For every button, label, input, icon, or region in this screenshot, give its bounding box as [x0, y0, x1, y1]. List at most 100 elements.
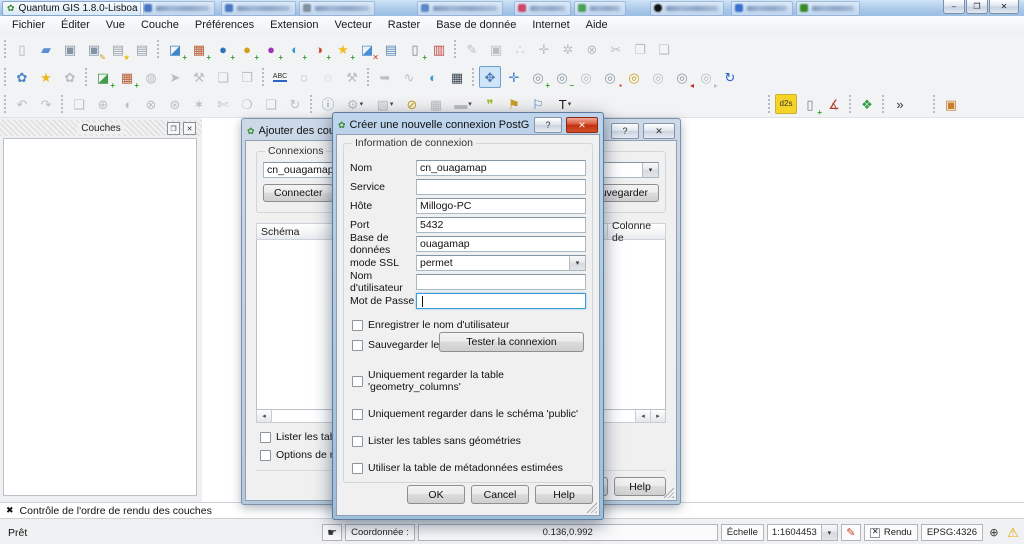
toolbar-handle[interactable]	[84, 67, 89, 87]
menu-vecteur[interactable]: Vecteur	[326, 16, 379, 35]
taskbar-window-button[interactable]	[650, 1, 724, 16]
checkbox[interactable]	[352, 340, 363, 351]
add-wms-layer-icon[interactable]: ◐+	[284, 38, 306, 60]
qgis-plugin-new-icon[interactable]: ★	[35, 66, 57, 88]
chevron-down-icon[interactable]: ▾	[821, 525, 837, 540]
reshape-features-icon[interactable]: ✶	[188, 93, 210, 115]
checkbox[interactable]	[352, 320, 363, 331]
mouse-position-toggle-icon[interactable]: ☛	[322, 524, 342, 541]
active-window-tab[interactable]: ✿ Quantum GIS 1.8.0-Lisboa	[2, 1, 144, 16]
menu-vue[interactable]: Vue	[98, 16, 133, 35]
simplify-feature-icon[interactable]: ❏	[68, 93, 90, 115]
coordinate-value[interactable]: 0.136,0.992	[418, 524, 718, 541]
toolbar-handle[interactable]	[453, 39, 458, 59]
split-features-icon[interactable]: ✄	[212, 93, 234, 115]
pan-to-selection-icon[interactable]: ✛	[503, 66, 525, 88]
add-gpx-layer-icon[interactable]: ▯+	[404, 38, 426, 60]
geometry-column-header[interactable]: Colonne de	[608, 223, 666, 240]
taskbar-window-button[interactable]	[514, 1, 571, 16]
warning-icon[interactable]: ⚠	[1005, 524, 1021, 541]
new-project-icon[interactable]: ▯	[11, 38, 33, 60]
zoom-last-icon[interactable]: ◎◂	[671, 66, 693, 88]
azimuth-icon[interactable]: ∡	[823, 93, 845, 115]
toolbar-overflow-icon[interactable]: »	[889, 93, 911, 115]
chevron-down-icon[interactable]: ▾	[569, 256, 585, 270]
add-spatialite-layer-icon[interactable]: ●+	[236, 38, 258, 60]
taskbar-window-button[interactable]	[299, 1, 375, 16]
style-manager-icon[interactable]: ◍	[140, 66, 162, 88]
zoom-native-icon[interactable]: ◎	[575, 66, 597, 88]
chevron-down-icon[interactable]: ▾	[642, 163, 658, 177]
dialog-help-button[interactable]: ?	[611, 123, 639, 139]
new-print-composer-icon[interactable]: ▤★	[107, 38, 129, 60]
help-button[interactable]: Help	[614, 477, 666, 496]
tag-circle-icon[interactable]: ◌	[293, 66, 315, 88]
merge-features-icon[interactable]: ❍	[236, 93, 258, 115]
menu-preferences[interactable]: Préférences	[187, 16, 262, 35]
help-button[interactable]: Help	[535, 485, 593, 504]
menu-aide[interactable]: Aide	[578, 16, 616, 35]
rotate-point-icon[interactable]: ↻	[284, 93, 306, 115]
histogram-icon[interactable]: ∿	[398, 66, 420, 88]
map-tiles-icon[interactable]: ▦	[446, 66, 468, 88]
connect-button[interactable]: Connecter	[263, 184, 333, 202]
taskbar-window-button[interactable]	[417, 1, 503, 16]
taskbar-window-button[interactable]	[221, 1, 296, 16]
frame2-plant-icon[interactable]: ❐	[236, 66, 258, 88]
toggle-editing-icon[interactable]: ✎	[461, 38, 483, 60]
taskbar-window-button[interactable]	[796, 1, 860, 16]
service-field[interactable]	[416, 179, 586, 195]
render-checkbox[interactable]: ✕ Rendu	[864, 524, 918, 541]
layers-panel-header[interactable]: Couches ❐ ✕	[0, 120, 202, 136]
print-composer-icon[interactable]: ▤	[131, 38, 153, 60]
toolbar-handle[interactable]	[156, 39, 161, 59]
qgis-plugin-blue-icon[interactable]: ✿	[11, 66, 33, 88]
scale-select[interactable]: 1:1604453 ▾	[767, 524, 838, 541]
add-mssql-layer-icon[interactable]: ●+	[260, 38, 282, 60]
paste-features-icon[interactable]: ❑	[653, 38, 675, 60]
add-vector-layer-icon[interactable]: ◪+	[164, 38, 186, 60]
checkbox[interactable]	[352, 376, 363, 387]
toolbar-handle[interactable]	[3, 94, 8, 114]
capture-point-icon[interactable]: ∴	[509, 38, 531, 60]
menu-extension[interactable]: Extension	[262, 16, 326, 35]
menu-fichier[interactable]: Fichier	[4, 16, 53, 35]
delete-part-icon[interactable]: ⊛	[164, 93, 186, 115]
zoom-to-selection-icon[interactable]: ◎▪	[599, 66, 621, 88]
add-part-icon[interactable]: ◖	[116, 93, 138, 115]
schema-column-header[interactable]: Schéma ▿	[256, 223, 344, 240]
tag-icon[interactable]: ◌	[317, 66, 339, 88]
node-tool-icon[interactable]: ✲	[557, 38, 579, 60]
zoom-full-icon[interactable]: ◎	[647, 66, 669, 88]
zoom-to-layer-icon[interactable]: ◎	[623, 66, 645, 88]
open-project-icon[interactable]: ▰	[35, 38, 57, 60]
tag-wrench-icon[interactable]: ⚒	[341, 66, 363, 88]
minimize-button[interactable]: –	[943, 0, 965, 14]
layer-order-checkbox[interactable]: ✖	[6, 505, 14, 516]
delete-selected-icon[interactable]: ⊗	[581, 38, 603, 60]
toolbar-handle[interactable]	[881, 94, 886, 114]
add-raster-overview-icon[interactable]: ▦+	[116, 66, 138, 88]
connection-dialog-titlebar[interactable]: ✿ Créer une nouvelle connexion PostGIS ?…	[336, 116, 600, 134]
refresh-icon[interactable]: ↻	[719, 66, 741, 88]
toolbar-handle[interactable]	[471, 67, 476, 87]
gps-tools-icon[interactable]: ▯+	[799, 93, 821, 115]
toolbar-handle[interactable]	[932, 94, 937, 114]
add-vector-overview-icon[interactable]: ◪+	[92, 66, 114, 88]
dialog-close-button[interactable]: ✕	[643, 123, 675, 139]
taskbar-window-button[interactable]	[140, 1, 215, 16]
menu-base-de-donnee[interactable]: Base de donnée	[428, 16, 524, 35]
save-project-as-icon[interactable]: ▣✎	[83, 38, 105, 60]
username-field[interactable]	[416, 274, 586, 290]
ssl-mode-select[interactable]: permet ▾	[416, 255, 586, 271]
copy-features-icon[interactable]: ❐	[629, 38, 651, 60]
zoom-in-icon[interactable]: ◎+	[527, 66, 549, 88]
add-ring-icon[interactable]: ⊕	[92, 93, 114, 115]
dialog-help-button[interactable]: ?	[534, 117, 562, 133]
web-globe-icon[interactable]: ◐	[422, 66, 444, 88]
frame-plant-icon[interactable]: ❏	[212, 66, 234, 88]
save-project-icon[interactable]: ▣	[59, 38, 81, 60]
panel-close-icon[interactable]: ✕	[183, 122, 196, 135]
port-field[interactable]	[416, 217, 586, 233]
checkbox[interactable]	[352, 463, 363, 474]
